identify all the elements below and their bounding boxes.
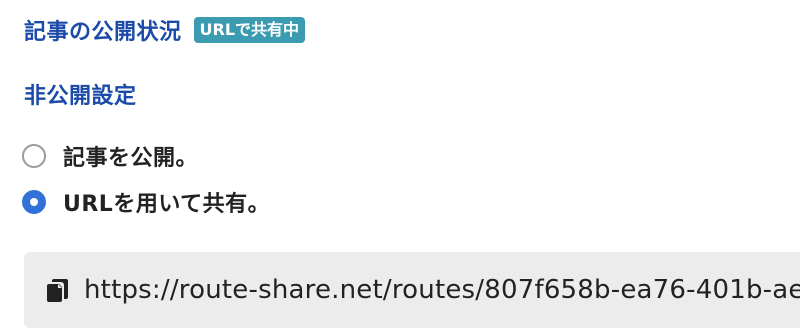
radio-button-url-share[interactable] <box>22 190 46 214</box>
copy-icon[interactable] <box>44 276 72 304</box>
share-url-text: https://route-share.net/routes/807f658b-… <box>84 275 800 305</box>
share-url-field[interactable]: https://route-share.net/routes/807f658b-… <box>24 252 800 328</box>
article-visibility-panel: 記事の公開状況 URLで共有中 非公開設定 記事を公開。 URLを用いて共有。 … <box>0 0 800 336</box>
radio-label-url-share: URLを用いて共有。 <box>63 192 271 217</box>
radio-option-public[interactable]: 記事を公開。 <box>22 140 198 172</box>
publication-status-heading: 記事の公開状況 <box>24 20 182 45</box>
radio-label-public: 記事を公開。 <box>63 146 199 171</box>
status-badge: URLで共有中 <box>193 17 306 43</box>
publication-status-row: 記事の公開状況 URLで共有中 <box>24 14 306 46</box>
visibility-setting-label: 非公開設定 <box>24 84 137 109</box>
radio-option-url-share[interactable]: URLを用いて共有。 <box>22 186 270 218</box>
radio-button-public[interactable] <box>22 144 46 168</box>
